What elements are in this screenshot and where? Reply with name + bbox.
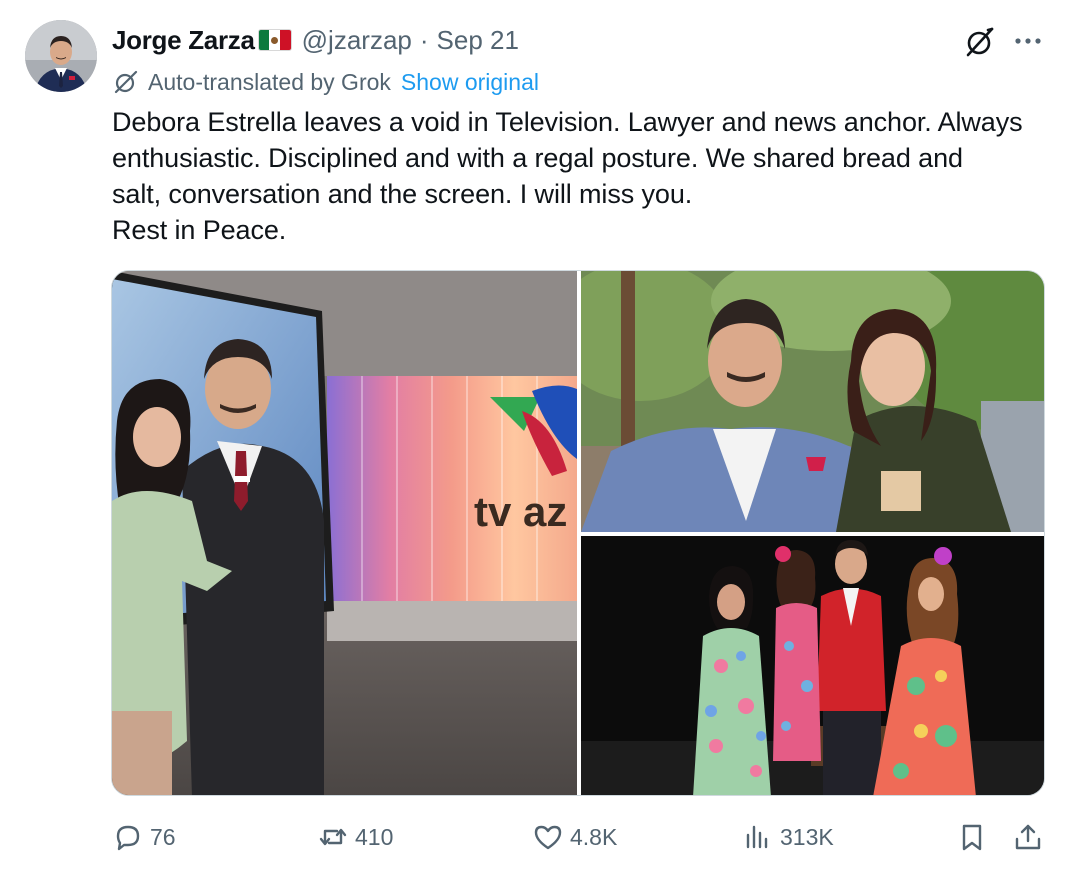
mexico-flag-icon (257, 29, 292, 51)
tweet-text-line: enthusiastic. Disciplined and with a reg… (112, 143, 963, 173)
share-button[interactable] (1012, 815, 1044, 859)
avatar[interactable] (25, 20, 97, 92)
tweet-card[interactable]: Jorge Zarza @jzarzap · Sep 21 Auto-trans… (0, 0, 1078, 876)
studio-logo-text: tv az (474, 488, 567, 535)
media-grid: tv az (111, 270, 1045, 796)
views-icon (746, 825, 768, 849)
more-options-button[interactable] (1010, 26, 1046, 56)
reply-count: 76 (150, 823, 176, 850)
photo-group[interactable] (581, 536, 1044, 795)
repost-count: 410 (355, 823, 394, 850)
tweet-text-line: salt, conversation and the screen. I wil… (112, 179, 693, 209)
repost-icon (319, 828, 347, 846)
more-icon (1015, 38, 1041, 44)
like-count: 4.8K (570, 823, 618, 850)
grok-icon (966, 27, 994, 57)
repost-button[interactable]: 410 (317, 815, 393, 859)
views-count: 313K (780, 823, 834, 850)
translation-notice: Auto-translated by Grok Show original (112, 66, 539, 98)
heart-icon (534, 825, 562, 850)
grok-button[interactable] (962, 24, 998, 60)
user-handle[interactable]: @jzarzap (302, 25, 412, 56)
action-bar: 76 410 4.8K 313K (112, 815, 1046, 859)
bookmark-button[interactable] (956, 815, 988, 859)
reply-icon (116, 825, 140, 851)
photo-garden[interactable] (581, 271, 1044, 532)
bookmark-icon (962, 824, 982, 851)
show-original-link[interactable]: Show original (401, 69, 539, 96)
share-icon (1015, 824, 1041, 850)
reply-button[interactable]: 76 (112, 815, 176, 859)
translation-label: Auto-translated by Grok (148, 68, 391, 95)
tweet-text: Debora Estrella leaves a void in Televis… (112, 104, 1062, 248)
grok-icon (114, 70, 138, 94)
tweet-text-line: Rest in Peace. (112, 215, 287, 245)
separator-dot: · (419, 24, 429, 55)
tweet-header: Jorge Zarza @jzarzap · Sep 21 (112, 22, 519, 58)
tweet-date[interactable]: Sep 21 (437, 25, 519, 56)
display-name[interactable]: Jorge Zarza (112, 25, 255, 56)
tweet-text-line: Debora Estrella leaves a void in Televis… (112, 107, 1023, 137)
photo-studio[interactable]: tv az (112, 271, 577, 795)
views-button[interactable]: 313K (742, 815, 834, 859)
like-button[interactable]: 4.8K (532, 815, 617, 859)
